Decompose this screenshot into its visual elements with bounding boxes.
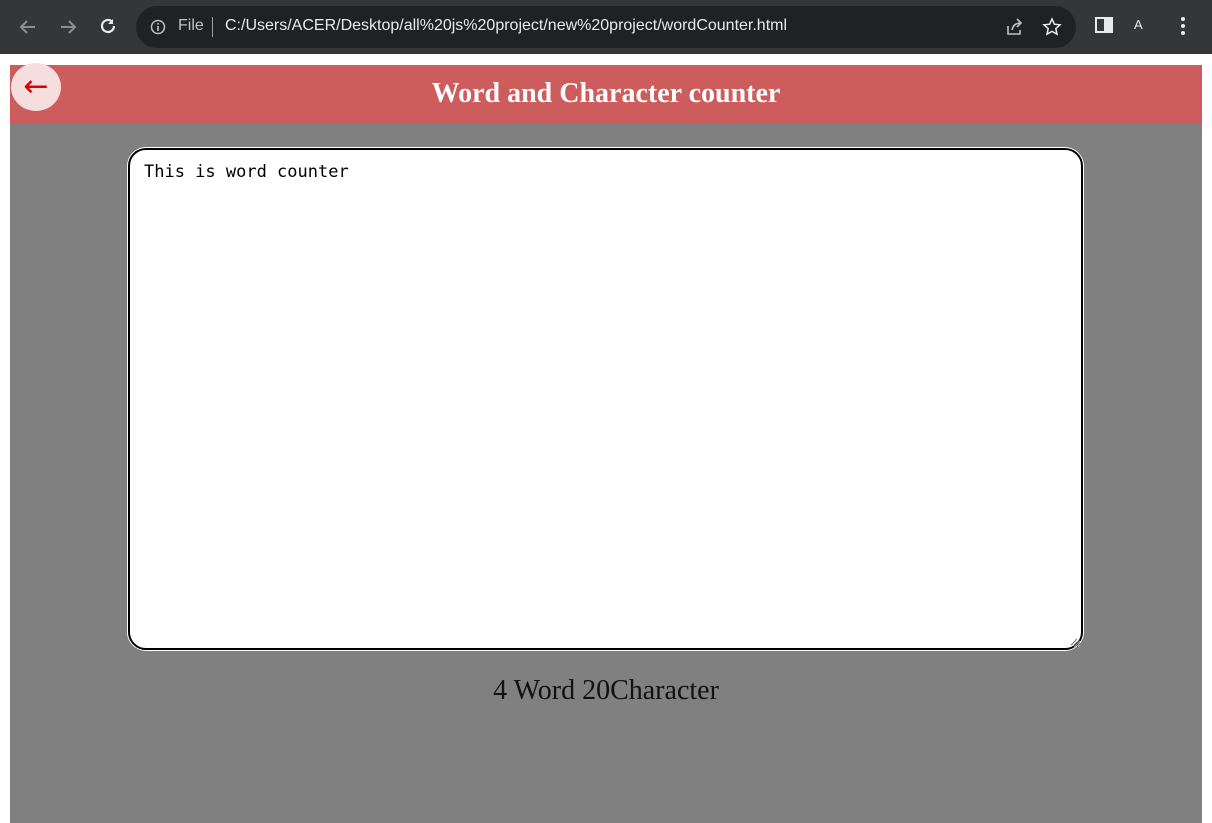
resize-handle-icon[interactable]	[1068, 633, 1078, 646]
profile-avatar[interactable]: A	[1134, 17, 1143, 32]
address-bar[interactable]: File C:/Users/ACER/Desktop/all%20js%20pr…	[136, 6, 1076, 48]
star-icon[interactable]	[1042, 17, 1062, 41]
back-arrow-icon[interactable]	[14, 13, 42, 41]
info-icon[interactable]	[150, 19, 166, 35]
page-body: Word and Character counter ← 4 Word 20Ch…	[10, 63, 1202, 823]
app-header: Word and Character counter ←	[10, 63, 1202, 124]
text-input-area[interactable]	[128, 148, 1083, 650]
forward-arrow-icon[interactable]	[54, 13, 82, 41]
count-result: 4 Word 20Character	[493, 675, 719, 706]
url-text[interactable]: C:/Users/ACER/Desktop/all%20js%20project…	[225, 17, 787, 35]
side-panel-icon[interactable]	[1094, 15, 1114, 39]
back-button[interactable]: ←	[11, 63, 61, 111]
file-scheme-label: File	[178, 17, 204, 34]
reload-icon[interactable]	[94, 13, 122, 41]
omnibox-divider	[212, 17, 213, 37]
page-title: Word and Character counter	[431, 78, 781, 109]
kebab-menu-icon[interactable]	[1176, 15, 1190, 41]
browser-toolbar: File C:/Users/ACER/Desktop/all%20js%20pr…	[0, 0, 1212, 54]
page-viewport: Word and Character counter ← 4 Word 20Ch…	[0, 54, 1212, 823]
share-icon[interactable]	[1004, 17, 1024, 41]
